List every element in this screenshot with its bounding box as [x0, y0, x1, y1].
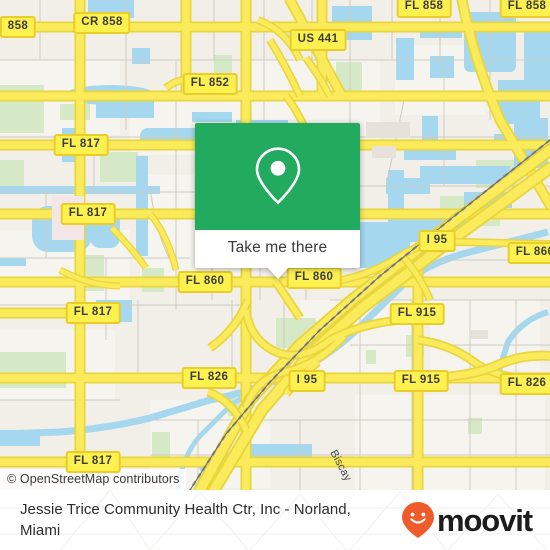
road-shield-fl817-mid[interactable]: FL 817 — [60, 203, 116, 225]
road-shield-fl858[interactable]: FL 858 — [396, 0, 452, 18]
road-shield-cr858-west[interactable]: 858 — [0, 16, 37, 38]
popup-footer[interactable]: Take me there — [195, 230, 360, 279]
road-shield-fl860-west[interactable]: FL 860 — [177, 271, 233, 293]
road-shield-fl915-north[interactable]: FL 915 — [389, 303, 445, 325]
road-shield-fl860-east[interactable]: FL 860 — [507, 242, 550, 264]
road-shield-fl826-west[interactable]: FL 826 — [181, 367, 237, 389]
road-shield-fl826-east[interactable]: FL 826 — [499, 373, 550, 395]
road-shield-i95-north[interactable]: I 95 — [418, 230, 456, 252]
venue-title: Jessie Trice Community Health Ctr, Inc -… — [20, 501, 351, 539]
road-shield-us441[interactable]: US 441 — [289, 29, 347, 51]
map-screenshot: © OpenStreetMap contributors 858 CR 858 US… — [0, 0, 550, 550]
popup-image — [195, 123, 360, 230]
map-canvas[interactable]: © OpenStreetMap contributors 858 CR 858 US… — [0, 0, 550, 490]
road-shield-fl817-bottom[interactable]: FL 817 — [65, 451, 121, 473]
road-shield-fl915[interactable]: FL 915 — [393, 370, 449, 392]
road-shield-fl817-north[interactable]: FL 817 — [53, 134, 109, 156]
popup-tail — [266, 267, 289, 279]
location-popup[interactable]: Take me there — [195, 123, 360, 279]
road-shield-i95[interactable]: I 95 — [288, 370, 326, 392]
moovit-wordmark: moovit — [436, 502, 533, 538]
road-shield-fl817-south[interactable]: FL 817 — [65, 302, 121, 324]
road-shield-fl858-east[interactable]: FL 858 — [499, 0, 550, 18]
road-shield-fl852[interactable]: FL 852 — [182, 73, 238, 95]
take-me-there-label: Take me there — [227, 239, 328, 256]
moovit-logo[interactable]: moovit — [401, 501, 533, 539]
road-shield-fl860[interactable]: FL 860 — [286, 267, 342, 289]
footer-bar: Jessie Trice Community Health Ctr, Inc -… — [0, 490, 550, 550]
moovit-pin-smiley-icon — [401, 502, 434, 538]
road-shield-cr858[interactable]: CR 858 — [73, 12, 131, 34]
map-pin-icon — [255, 146, 300, 205]
